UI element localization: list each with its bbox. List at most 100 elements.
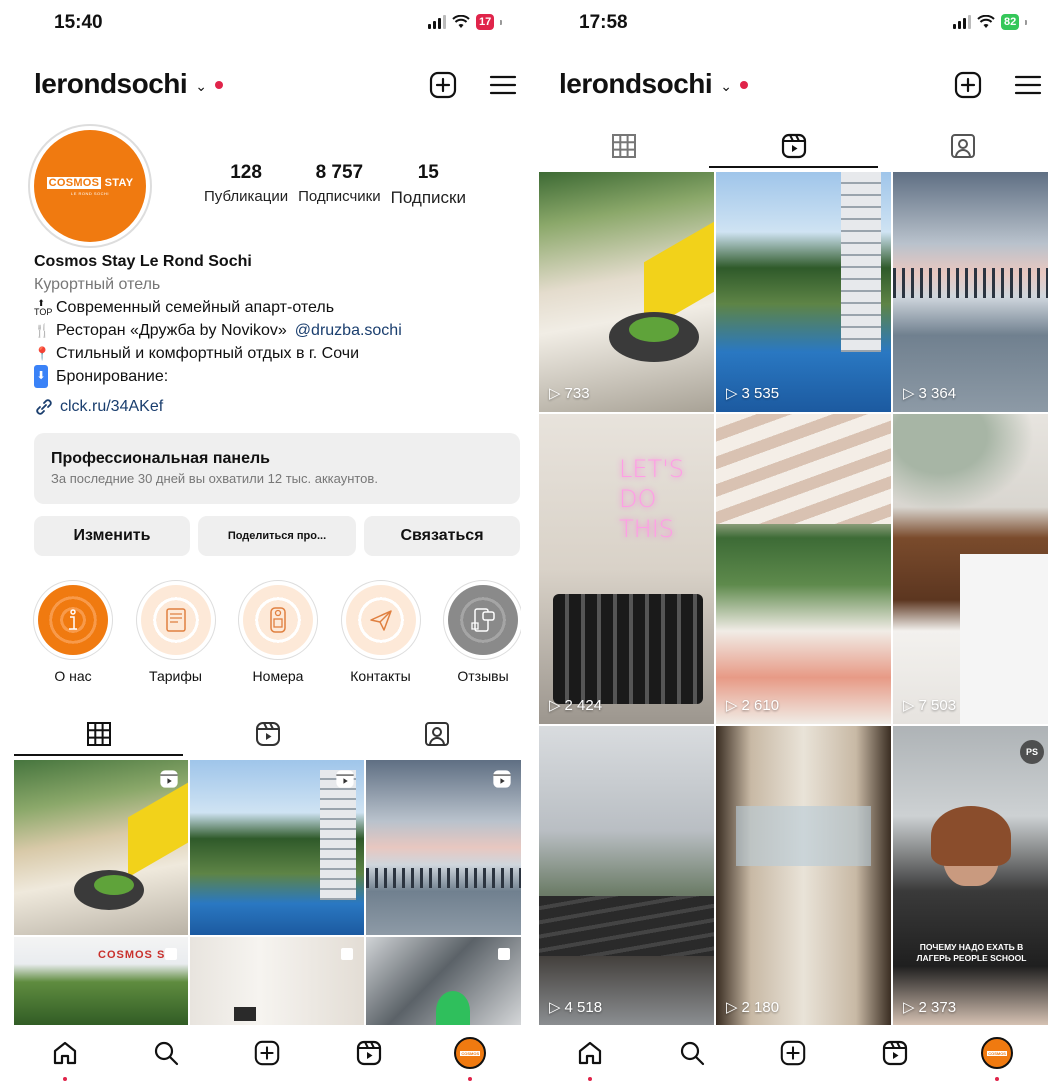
status-time: 15:40 [54, 12, 103, 33]
nav-home[interactable] [45, 1033, 85, 1081]
down-arrow-icon: ⬇ [34, 365, 48, 388]
reel-caption-overlay: ПОЧЕМУ НАДО ЕХАТЬ В ЛАГЕРЬ PEOPLE SCHOOL [903, 942, 1040, 964]
nav-reels[interactable] [349, 1033, 389, 1073]
menu-icon[interactable] [488, 70, 518, 100]
tagged-icon [951, 134, 976, 158]
highlight-label: О нас [54, 668, 92, 684]
bio-line-3-text: Стильный и комфортный отдых в г. Сочи [56, 345, 360, 362]
bio-line-4-text: Бронирование: [56, 368, 169, 385]
caption-line: ЛАГЕРЬ PEOPLE SCHOOL [916, 953, 1027, 963]
nav-avatar-logo-text: COSMOS [987, 1050, 1007, 1056]
reel-tile[interactable]: ▷ 2 180 [716, 726, 891, 1026]
highlight-reviews[interactable]: Отзывы [442, 580, 521, 684]
bio-name: Cosmos Stay Le Rond Sochi [34, 253, 252, 270]
profile-stats: 128 Публикации 8 757 Подписчики 15 Подписки [204, 162, 466, 208]
status-icons: 82 [953, 14, 1028, 30]
stat-following[interactable]: 15 Подписки [391, 162, 466, 208]
nav-search[interactable] [672, 1033, 712, 1073]
search-icon [680, 1041, 704, 1066]
tab-tagged[interactable] [878, 124, 1048, 168]
stat-following-label: Подписки [390, 188, 466, 207]
signal-icon [953, 15, 971, 29]
bio-line-2: 🍴 Ресторан «Дружба by Novikov» @druzba.soc… [34, 319, 514, 342]
highlight-contacts[interactable]: Контакты [340, 580, 422, 684]
reel-views: ▷ 3 364 [903, 384, 956, 403]
bio-link-text[interactable]: clck.ru/34AKef [60, 395, 163, 418]
logo-word-stay: STAY [104, 176, 134, 189]
highlight-rooms[interactable]: Номера [237, 580, 319, 684]
nav-profile[interactable]: COSMOS [450, 1033, 490, 1081]
status-icons: 17 [428, 14, 503, 30]
profile-avatar[interactable]: COSMOS STAY LE ROND SOCHI [28, 124, 152, 248]
menu-icon[interactable] [1013, 70, 1043, 100]
play-icon: ▷ [549, 697, 561, 714]
professional-dashboard[interactable]: Профессиональная панель За последние 30 … [34, 433, 520, 504]
pro-panel-title: Профессиональная панель [51, 450, 270, 467]
home-icon [578, 1041, 601, 1065]
nav-reels[interactable] [875, 1033, 915, 1073]
username[interactable]: lerondsochi [559, 68, 713, 100]
reel-view-count: 2 610 [741, 696, 780, 714]
avatar-logo: COSMOS STAY LE ROND SOCHI [34, 130, 146, 242]
reel-tile[interactable]: ▷ 4 518 [539, 726, 714, 1026]
mention-link[interactable]: @druzba.sochi [295, 319, 402, 342]
logo-subtitle: LE ROND SOCHI [70, 190, 110, 196]
tab-reels[interactable] [708, 124, 879, 168]
nav-search[interactable] [146, 1033, 186, 1073]
reels-icon [781, 133, 806, 159]
neon-line: THIS [619, 515, 675, 543]
reel-tile[interactable]: PS ПОЧЕМУ НАДО ЕХАТЬ В ЛАГЕРЬ PEOPLE SCH… [893, 726, 1048, 1026]
nav-profile[interactable]: COSMOS [977, 1033, 1017, 1081]
reel-tile[interactable]: ▷ 7 503 [893, 414, 1048, 724]
reel-tile[interactable]: ▷ 2 610 [716, 414, 891, 724]
contact-button[interactable]: Связаться [364, 516, 520, 556]
chevron-down-icon[interactable]: ⌄ [720, 78, 732, 95]
nav-create[interactable] [773, 1033, 813, 1073]
nav-notification-dot [62, 1077, 67, 1081]
edit-profile-button[interactable]: Изменить [34, 516, 190, 556]
create-post-icon[interactable] [953, 70, 983, 100]
profile-avatar-icon: COSMOS [454, 1037, 487, 1069]
bio-line-1: ⬆ TOP Современный семейный апарт-отель [34, 296, 514, 319]
wifi-icon [977, 15, 995, 28]
play-icon: ▷ [549, 999, 561, 1016]
stat-followers[interactable]: 8 757 Подписчики [298, 162, 381, 208]
highlight-about[interactable]: О нас [32, 580, 114, 684]
profile-tabs [539, 124, 1048, 168]
post-tile[interactable] [190, 937, 364, 1027]
nav-home[interactable] [570, 1033, 610, 1081]
post-tile[interactable] [14, 760, 188, 935]
create-post-icon[interactable] [428, 70, 458, 100]
caption-line: ПОЧЕМУ НАДО ЕХАТЬ В [919, 942, 1024, 952]
reels-grid: ▷ 733 ▷ 3 535 ▷ 3 364 LET'S DO THIS ▷ 2 424 … [539, 172, 1048, 1026]
highlight-tariffs[interactable]: Тарифы [135, 580, 217, 684]
play-icon: ▷ [903, 999, 915, 1016]
tab-tagged[interactable] [352, 712, 521, 756]
tab-grid[interactable] [539, 124, 709, 168]
tab-grid[interactable] [14, 712, 183, 756]
post-tile[interactable]: COSMOS ST [14, 937, 188, 1027]
battery-level: 17 [476, 14, 495, 30]
reel-views: ▷ 2 424 [549, 696, 603, 715]
post-tile[interactable] [190, 760, 364, 935]
bio-line-1-text: Современный семейный апарт-отель [56, 299, 335, 316]
reel-view-count: 2 424 [564, 696, 603, 714]
profile-header: lerondsochi ⌄ [559, 68, 748, 100]
grid-icon [611, 134, 636, 158]
share-profile-button[interactable]: Поделиться про... [198, 516, 356, 556]
username[interactable]: lerondsochi [34, 68, 188, 100]
reel-tile[interactable]: ▷ 733 [539, 172, 714, 412]
status-bar: 15:40 17 [14, 0, 521, 50]
stat-posts[interactable]: 128 Публикации [204, 162, 288, 208]
tab-reels[interactable] [183, 712, 352, 756]
reel-tile[interactable]: LET'S DO THIS ▷ 2 424 [539, 414, 714, 724]
post-tile[interactable] [366, 760, 521, 935]
bio-link[interactable]: clck.ru/34AKef [34, 395, 514, 418]
nav-create[interactable] [247, 1033, 287, 1073]
reel-tile[interactable]: ▷ 3 535 [716, 172, 891, 412]
profile-tabs [14, 712, 521, 756]
chevron-down-icon[interactable]: ⌄ [195, 78, 207, 95]
post-tile[interactable] [366, 937, 521, 1027]
reel-tile[interactable]: ▷ 3 364 [893, 172, 1048, 412]
posts-grid: COSMOS ST [14, 760, 521, 1027]
